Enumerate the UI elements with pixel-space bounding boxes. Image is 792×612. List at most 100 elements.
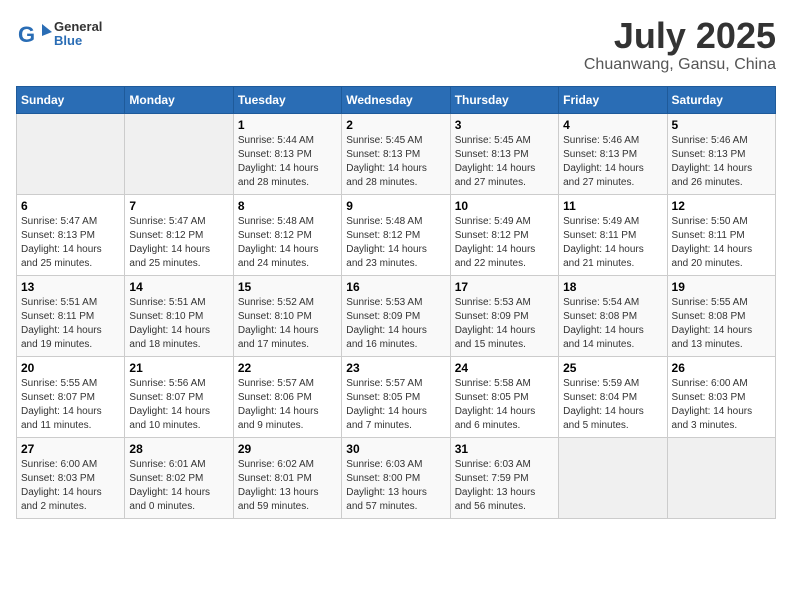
day-info: Sunrise: 5:53 AMSunset: 8:09 PMDaylight:… xyxy=(346,296,445,352)
day-number: 24 xyxy=(455,361,554,375)
day-number: 25 xyxy=(563,361,662,375)
weekday-header: Wednesday xyxy=(342,86,450,113)
day-number: 8 xyxy=(238,199,337,213)
day-info: Sunrise: 6:01 AMSunset: 8:02 PMDaylight:… xyxy=(129,458,228,514)
day-info: Sunrise: 6:00 AMSunset: 8:03 PMDaylight:… xyxy=(21,458,120,514)
weekday-header: Monday xyxy=(125,86,233,113)
day-number: 11 xyxy=(563,199,662,213)
day-info: Sunrise: 5:44 AMSunset: 8:13 PMDaylight:… xyxy=(238,134,337,190)
day-number: 30 xyxy=(346,442,445,456)
day-number: 16 xyxy=(346,280,445,294)
day-number: 10 xyxy=(455,199,554,213)
calendar-cell: 25 Sunrise: 5:59 AMSunset: 8:04 PMDayligh… xyxy=(559,356,667,437)
day-info: Sunrise: 6:03 AMSunset: 8:00 PMDaylight:… xyxy=(346,458,445,514)
day-info: Sunrise: 5:51 AMSunset: 8:11 PMDaylight:… xyxy=(21,296,120,352)
day-info: Sunrise: 5:51 AMSunset: 8:10 PMDaylight:… xyxy=(129,296,228,352)
day-info: Sunrise: 5:50 AMSunset: 8:11 PMDaylight:… xyxy=(672,215,771,271)
day-number: 5 xyxy=(672,118,771,132)
day-info: Sunrise: 5:47 AMSunset: 8:13 PMDaylight:… xyxy=(21,215,120,271)
weekday-header-row: SundayMondayTuesdayWednesdayThursdayFrid… xyxy=(17,86,776,113)
day-number: 13 xyxy=(21,280,120,294)
day-number: 6 xyxy=(21,199,120,213)
day-number: 17 xyxy=(455,280,554,294)
day-number: 19 xyxy=(672,280,771,294)
weekday-header: Sunday xyxy=(17,86,125,113)
calendar-week-row: 20 Sunrise: 5:55 AMSunset: 8:07 PMDayligh… xyxy=(17,356,776,437)
calendar-cell: 13 Sunrise: 5:51 AMSunset: 8:11 PMDayligh… xyxy=(17,275,125,356)
calendar-cell: 10 Sunrise: 5:49 AMSunset: 8:12 PMDayligh… xyxy=(450,194,558,275)
calendar-title: July 2025 xyxy=(584,16,776,56)
day-info: Sunrise: 5:57 AMSunset: 8:05 PMDaylight:… xyxy=(346,377,445,433)
day-info: Sunrise: 5:57 AMSunset: 8:06 PMDaylight:… xyxy=(238,377,337,433)
calendar-cell: 16 Sunrise: 5:53 AMSunset: 8:09 PMDayligh… xyxy=(342,275,450,356)
day-number: 4 xyxy=(563,118,662,132)
calendar-cell: 3 Sunrise: 5:45 AMSunset: 8:13 PMDaylight… xyxy=(450,113,558,194)
calendar-cell: 19 Sunrise: 5:55 AMSunset: 8:08 PMDayligh… xyxy=(667,275,775,356)
day-info: Sunrise: 5:55 AMSunset: 8:08 PMDaylight:… xyxy=(672,296,771,352)
day-info: Sunrise: 5:54 AMSunset: 8:08 PMDaylight:… xyxy=(563,296,662,352)
svg-text:G: G xyxy=(18,22,35,47)
day-info: Sunrise: 5:49 AMSunset: 8:12 PMDaylight:… xyxy=(455,215,554,271)
calendar-cell: 17 Sunrise: 5:53 AMSunset: 8:09 PMDayligh… xyxy=(450,275,558,356)
page-header: G General Blue July 2025 Chuanwang, Gans… xyxy=(16,16,776,74)
day-number: 23 xyxy=(346,361,445,375)
day-info: Sunrise: 5:59 AMSunset: 8:04 PMDaylight:… xyxy=(563,377,662,433)
day-info: Sunrise: 5:58 AMSunset: 8:05 PMDaylight:… xyxy=(455,377,554,433)
calendar-cell: 23 Sunrise: 5:57 AMSunset: 8:05 PMDayligh… xyxy=(342,356,450,437)
calendar-cell xyxy=(125,113,233,194)
day-number: 14 xyxy=(129,280,228,294)
calendar-cell: 11Sunrise: 5:49 AMSunset: 8:11 PMDayligh… xyxy=(559,194,667,275)
day-number: 22 xyxy=(238,361,337,375)
weekday-header: Friday xyxy=(559,86,667,113)
calendar-cell: 27 Sunrise: 6:00 AMSunset: 8:03 PMDayligh… xyxy=(17,437,125,518)
calendar-cell: 24 Sunrise: 5:58 AMSunset: 8:05 PMDayligh… xyxy=(450,356,558,437)
day-info: Sunrise: 5:45 AMSunset: 8:13 PMDaylight:… xyxy=(455,134,554,190)
calendar-cell xyxy=(559,437,667,518)
day-number: 18 xyxy=(563,280,662,294)
day-info: Sunrise: 5:45 AMSunset: 8:13 PMDaylight:… xyxy=(346,134,445,190)
day-info: Sunrise: 5:55 AMSunset: 8:07 PMDaylight:… xyxy=(21,377,120,433)
calendar-cell: 5Sunrise: 5:46 AMSunset: 8:13 PMDaylight… xyxy=(667,113,775,194)
day-number: 29 xyxy=(238,442,337,456)
day-number: 3 xyxy=(455,118,554,132)
calendar-cell: 14 Sunrise: 5:51 AMSunset: 8:10 PMDayligh… xyxy=(125,275,233,356)
calendar-cell xyxy=(17,113,125,194)
day-info: Sunrise: 5:48 AMSunset: 8:12 PMDaylight:… xyxy=(238,215,337,271)
day-number: 12 xyxy=(672,199,771,213)
day-info: Sunrise: 5:46 AMSunset: 8:13 PMDaylight:… xyxy=(563,134,662,190)
calendar-cell: 22 Sunrise: 5:57 AMSunset: 8:06 PMDayligh… xyxy=(233,356,341,437)
day-info: Sunrise: 5:56 AMSunset: 8:07 PMDaylight:… xyxy=(129,377,228,433)
day-number: 9 xyxy=(346,199,445,213)
calendar-cell: 18 Sunrise: 5:54 AMSunset: 8:08 PMDayligh… xyxy=(559,275,667,356)
day-number: 28 xyxy=(129,442,228,456)
logo-general: General xyxy=(54,20,102,34)
calendar-week-row: 1 Sunrise: 5:44 AMSunset: 8:13 PMDaylight… xyxy=(17,113,776,194)
logo-icon: G xyxy=(16,16,52,52)
day-info: Sunrise: 6:00 AMSunset: 8:03 PMDaylight:… xyxy=(672,377,771,433)
title-block: July 2025 Chuanwang, Gansu, China xyxy=(584,16,776,74)
day-number: 27 xyxy=(21,442,120,456)
day-info: Sunrise: 5:52 AMSunset: 8:10 PMDaylight:… xyxy=(238,296,337,352)
calendar-cell xyxy=(667,437,775,518)
day-info: Sunrise: 5:48 AMSunset: 8:12 PMDaylight:… xyxy=(346,215,445,271)
day-number: 20 xyxy=(21,361,120,375)
day-info: Sunrise: 6:03 AMSunset: 7:59 PMDaylight:… xyxy=(455,458,554,514)
logo-blue: Blue xyxy=(54,34,102,48)
day-number: 26 xyxy=(672,361,771,375)
day-info: Sunrise: 5:53 AMSunset: 8:09 PMDaylight:… xyxy=(455,296,554,352)
calendar-cell: 28 Sunrise: 6:01 AMSunset: 8:02 PMDayligh… xyxy=(125,437,233,518)
calendar-cell: 4 Sunrise: 5:46 AMSunset: 8:13 PMDaylight… xyxy=(559,113,667,194)
calendar-cell: 29 Sunrise: 6:02 AMSunset: 8:01 PMDayligh… xyxy=(233,437,341,518)
calendar-cell: 21Sunrise: 5:56 AMSunset: 8:07 PMDayligh… xyxy=(125,356,233,437)
calendar-cell: 30 Sunrise: 6:03 AMSunset: 8:00 PMDayligh… xyxy=(342,437,450,518)
day-info: Sunrise: 6:02 AMSunset: 8:01 PMDaylight:… xyxy=(238,458,337,514)
day-number: 1 xyxy=(238,118,337,132)
day-number: 2 xyxy=(346,118,445,132)
day-number: 15 xyxy=(238,280,337,294)
day-number: 31 xyxy=(455,442,554,456)
calendar-cell: 12 Sunrise: 5:50 AMSunset: 8:11 PMDayligh… xyxy=(667,194,775,275)
weekday-header: Thursday xyxy=(450,86,558,113)
calendar-table: SundayMondayTuesdayWednesdayThursdayFrid… xyxy=(16,86,776,519)
calendar-cell: 1 Sunrise: 5:44 AMSunset: 8:13 PMDaylight… xyxy=(233,113,341,194)
day-info: Sunrise: 5:47 AMSunset: 8:12 PMDaylight:… xyxy=(129,215,228,271)
